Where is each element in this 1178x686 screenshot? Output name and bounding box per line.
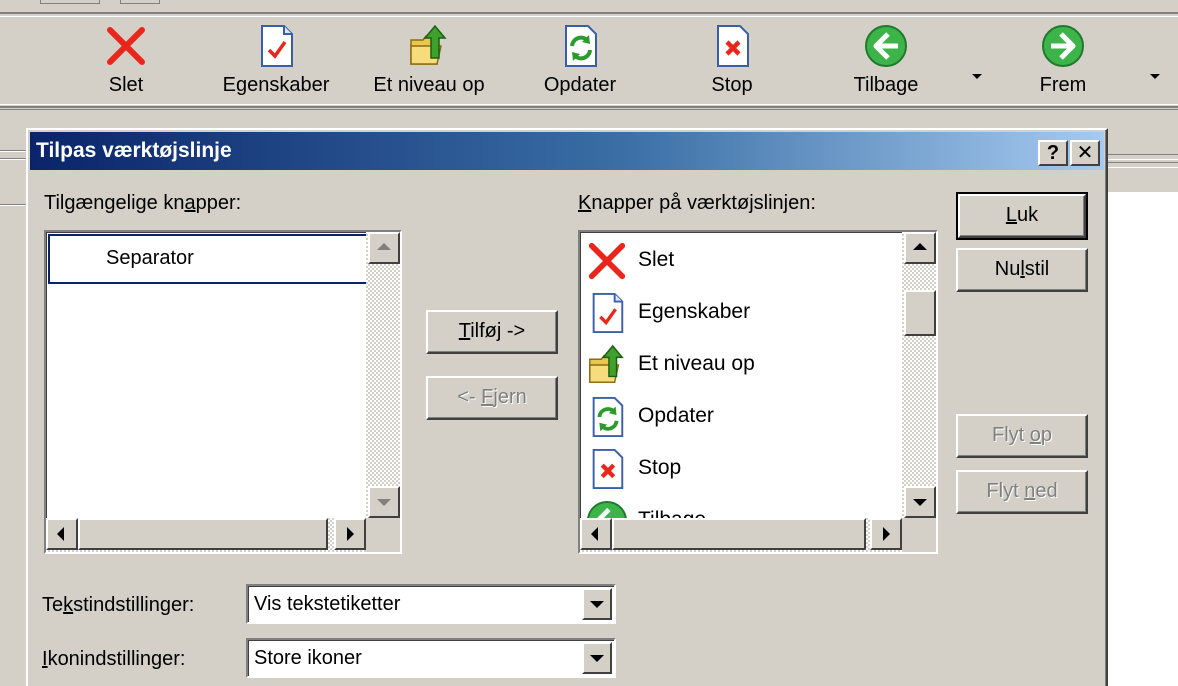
- back-arrow-icon: [865, 25, 907, 67]
- icon-options-value: Store ikoner: [254, 647, 362, 669]
- list-item-label: Egenskaber: [638, 300, 751, 323]
- remove-button[interactable]: <- Fjern: [426, 376, 558, 420]
- customize-toolbar-dialog: Tilpas værktøjslinje ? ✕ Tilgængelige kn…: [26, 128, 1108, 686]
- list-item-label: Et niveau op: [638, 352, 755, 375]
- toolbar-list-vertical-scrollbar[interactable]: [902, 232, 936, 518]
- scroll-right-button[interactable]: [870, 518, 902, 550]
- arrow-left-icon: [57, 527, 64, 541]
- explorer-toolbar: Slet Egenskaber Et niveau op Opdater Sto…: [0, 16, 1178, 108]
- scroll-up-button[interactable]: [368, 232, 400, 264]
- dialog-title: Tilpas værktøjslinje: [36, 139, 232, 162]
- list-item-label: Opdater: [638, 404, 714, 427]
- properties-icon: [592, 292, 624, 334]
- toolbar-back-button[interactable]: Tilbage: [840, 20, 932, 102]
- list-item-label: Slet: [638, 248, 675, 271]
- menu-fragment: [120, 0, 160, 4]
- toolbar-button-label: Et niveau op: [373, 74, 485, 96]
- scroll-right-button[interactable]: [334, 518, 366, 550]
- close-icon: ✕: [1076, 142, 1094, 164]
- folder-up-icon: [589, 344, 624, 383]
- toolbar-list-horizontal-scrollbar[interactable]: [580, 518, 902, 552]
- close-button[interactable]: Luk: [956, 192, 1088, 240]
- toolbar-button-label: Tilbage: [853, 74, 919, 96]
- toolbar-stop-button[interactable]: Stop: [690, 20, 774, 102]
- move-down-button[interactable]: Flyt ned: [956, 470, 1088, 514]
- folder-up-icon: [410, 24, 447, 65]
- available-buttons-label: Tilgængelige knapper:: [44, 192, 242, 214]
- scroll-down-button[interactable]: [904, 486, 936, 518]
- text-options-select[interactable]: Vis tekstetiketter: [246, 584, 616, 624]
- arrow-up-icon: [913, 243, 927, 250]
- back-dropdown-arrow-icon[interactable]: [972, 74, 982, 79]
- stop-icon: [717, 25, 749, 67]
- list-item-label: Separator: [106, 247, 194, 269]
- toolbar-forward-button[interactable]: Frem: [1024, 20, 1102, 102]
- reset-button[interactable]: Nulstil: [956, 248, 1088, 292]
- toolbar-button-label: Opdater: [543, 74, 617, 96]
- list-item-label: Stop: [638, 456, 682, 479]
- available-horizontal-scrollbar[interactable]: [46, 518, 366, 552]
- help-icon: ?: [1046, 142, 1060, 164]
- toolbar-refresh-button[interactable]: Opdater: [530, 20, 630, 102]
- refresh-icon: [592, 396, 624, 438]
- delete-x-icon: [107, 27, 145, 65]
- available-vertical-scrollbar[interactable]: [366, 232, 400, 518]
- chevron-down-icon: [590, 601, 604, 608]
- list-item-separator[interactable]: Separator: [48, 234, 368, 284]
- text-options-label: Tekstindstillinger:: [42, 594, 195, 616]
- text-options-dropdown-button[interactable]: [582, 588, 612, 620]
- close-window-button[interactable]: ✕: [1070, 140, 1100, 166]
- refresh-icon: [565, 25, 597, 67]
- chevron-down-icon: [590, 655, 604, 662]
- scroll-thumb[interactable]: [612, 518, 866, 550]
- toolbar-separator: [0, 104, 1178, 110]
- icon-options-label: Ikonindstillinger:: [42, 648, 186, 670]
- arrow-left-icon: [591, 527, 598, 541]
- scroll-up-button[interactable]: [904, 232, 936, 264]
- dialog-titlebar[interactable]: Tilpas værktøjslinje ? ✕: [30, 132, 1104, 170]
- arrow-right-icon: [883, 527, 890, 541]
- scroll-left-button[interactable]: [46, 518, 78, 550]
- arrow-down-icon: [913, 499, 927, 506]
- forward-arrow-icon: [1042, 25, 1084, 67]
- icon-options-select[interactable]: Store ikoner: [246, 638, 616, 678]
- toolbar-button-label: Frem: [1039, 74, 1087, 96]
- toolbar-properties-button[interactable]: Egenskaber: [212, 20, 340, 102]
- move-up-button[interactable]: Flyt op: [956, 414, 1088, 458]
- icon-options-dropdown-button[interactable]: [582, 642, 612, 674]
- forward-dropdown-arrow-icon[interactable]: [1150, 74, 1160, 79]
- window-top-strip: [0, 0, 1178, 14]
- scroll-thumb[interactable]: [904, 290, 936, 336]
- toolbar-button-label: Slet: [108, 74, 144, 96]
- toolbar-up-level-button[interactable]: Et niveau op: [362, 20, 496, 102]
- help-button[interactable]: ?: [1038, 140, 1068, 166]
- arrow-down-icon: [377, 499, 391, 506]
- add-button[interactable]: Tilføj ->: [426, 310, 558, 354]
- properties-icon: [261, 25, 293, 67]
- scroll-left-button[interactable]: [580, 518, 612, 550]
- toolbar-buttons-label: Knapper på værktøjslinjen:: [578, 192, 816, 214]
- text-options-value: Vis tekstetiketter: [254, 593, 401, 615]
- stop-icon: [592, 448, 624, 490]
- scroll-down-button[interactable]: [368, 486, 400, 518]
- toolbar-buttons-list[interactable]: Slet Egenskaber Et niveau op Opdater Sto…: [578, 230, 938, 554]
- toolbar-delete-button[interactable]: Slet: [84, 20, 168, 102]
- delete-x-icon: [588, 242, 626, 280]
- background-window-right: [1106, 150, 1178, 686]
- arrow-right-icon: [347, 527, 354, 541]
- scroll-thumb[interactable]: [78, 518, 328, 550]
- menu-fragment: [40, 0, 100, 4]
- toolbar-button-label: Stop: [711, 74, 753, 96]
- arrow-up-icon: [377, 243, 391, 250]
- toolbar-button-label: Egenskaber: [222, 74, 330, 96]
- available-buttons-list[interactable]: Separator: [44, 230, 402, 554]
